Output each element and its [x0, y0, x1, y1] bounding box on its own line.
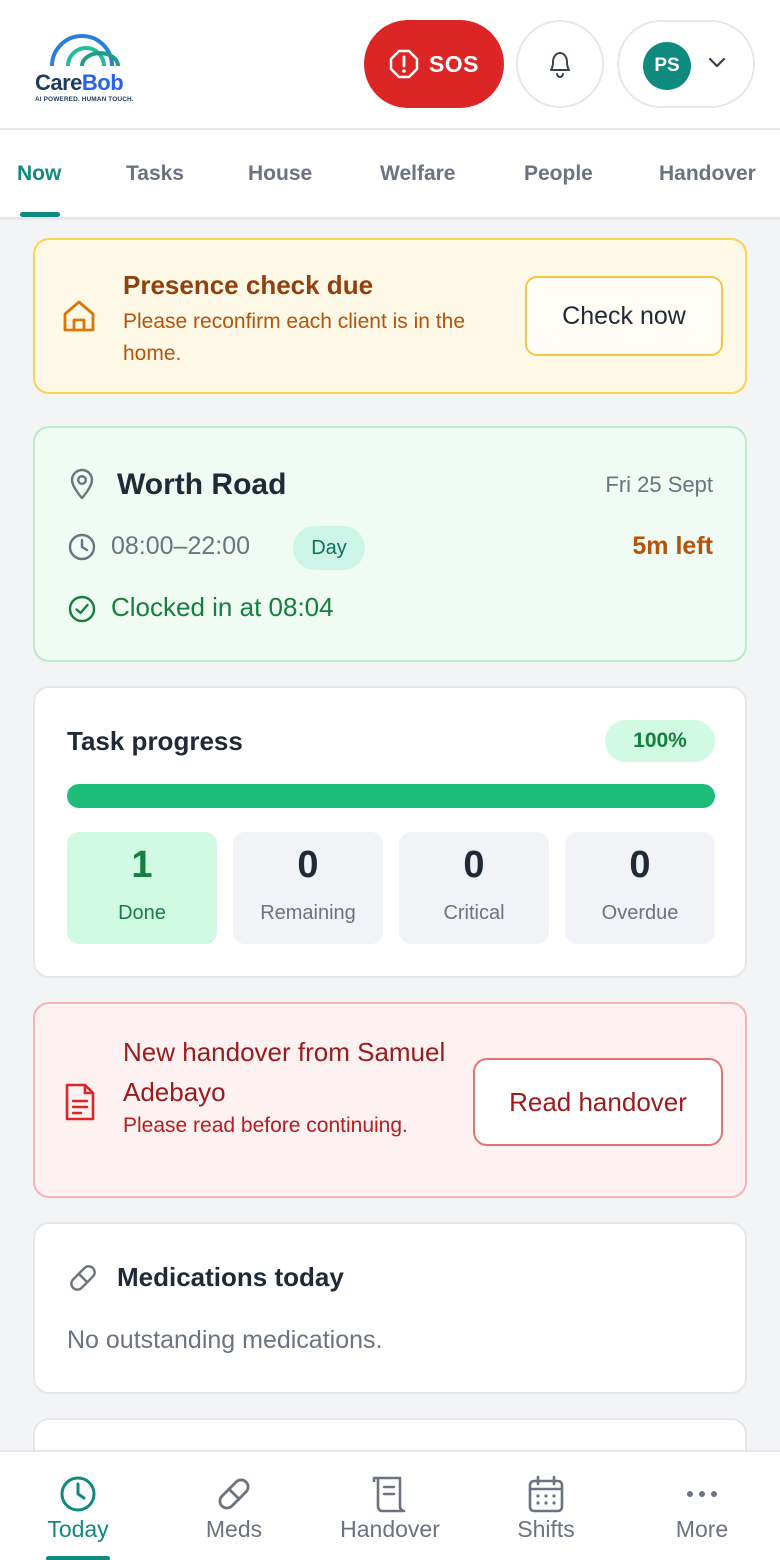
- alert-octagon-icon: [389, 49, 419, 79]
- clocked-in-status: Clocked in at 08:04: [111, 592, 334, 622]
- medications-title: Medications today: [117, 1262, 344, 1292]
- calendar-icon: [528, 1475, 564, 1513]
- logo-tagline: AI POWERED. HUMAN TOUCH.: [35, 96, 134, 103]
- pill-icon: [218, 1478, 250, 1510]
- read-handover-button[interactable]: Read handover: [473, 1058, 723, 1146]
- tab-people[interactable]: People: [524, 130, 593, 218]
- top-header: CareBob AI POWERED. HUMAN TOUCH. SOS PS: [0, 0, 780, 130]
- stat-remaining[interactable]: 0 Remaining: [233, 832, 383, 944]
- logo-arch-icon: [50, 34, 120, 67]
- stat-overdue-label: Overdue: [601, 902, 679, 924]
- notifications-button[interactable]: [516, 20, 604, 108]
- pill-icon: [70, 1265, 96, 1291]
- sos-label: SOS: [428, 50, 480, 77]
- chevron-down-icon: [708, 57, 726, 68]
- check-now-button[interactable]: Check now: [525, 276, 723, 356]
- bottom-navigation: Today Meds Handover Shifts More: [0, 1450, 780, 1560]
- progress-bar: [67, 784, 715, 808]
- nav-meds-label: Meds: [205, 1516, 263, 1542]
- medications-card[interactable]: Medications today No outstanding medicat…: [33, 1222, 747, 1394]
- shift-location: Worth Road: [117, 468, 287, 501]
- stat-overdue[interactable]: 0 Overdue: [565, 832, 715, 944]
- shift-time-left: 5m left: [632, 532, 713, 560]
- progress-bar-fill: [67, 784, 715, 808]
- stat-done[interactable]: 1 Done: [67, 832, 217, 944]
- stat-done-label: Done: [118, 902, 166, 924]
- carebob-logo[interactable]: CareBob AI POWERED. HUMAN TOUCH.: [32, 24, 142, 104]
- stat-remaining-value: 0: [297, 844, 319, 886]
- shift-type-badge: Day: [293, 526, 365, 570]
- task-progress-card: Task progress 100% 1 Done 0 Remaining 0 …: [33, 686, 747, 978]
- nav-shifts[interactable]: Shifts: [468, 1452, 624, 1560]
- stat-overdue-value: 0: [629, 844, 651, 886]
- tab-house[interactable]: House: [248, 130, 312, 218]
- nav-handover-label: Handover: [340, 1516, 440, 1542]
- progress-percent-badge: 100%: [605, 720, 715, 762]
- section-tabs: Now Tasks House Welfare People Handover: [0, 130, 780, 220]
- app-root: CareBob AI POWERED. HUMAN TOUCH. SOS PS: [0, 0, 780, 1560]
- medications-status: No outstanding medications.: [67, 1326, 383, 1354]
- location-pin-icon: [70, 468, 94, 500]
- tab-now[interactable]: Now: [17, 130, 61, 218]
- presence-check-card: Presence check due Please reconfirm each…: [33, 238, 747, 394]
- stat-critical-value: 0: [463, 844, 485, 886]
- presence-subtitle: Please reconfirm each client is in the h…: [123, 310, 465, 365]
- bell-icon: [550, 52, 570, 79]
- more-dots-icon: [687, 1491, 717, 1497]
- stat-critical[interactable]: 0 Critical: [399, 832, 549, 944]
- sos-button[interactable]: SOS: [364, 20, 504, 108]
- nav-more-label: More: [675, 1516, 729, 1542]
- avatar: PS: [643, 42, 691, 90]
- nav-shifts-label: Shifts: [517, 1516, 575, 1542]
- nav-more[interactable]: More: [624, 1452, 780, 1560]
- tab-tasks[interactable]: Tasks: [126, 130, 184, 218]
- stat-critical-label: Critical: [443, 902, 505, 924]
- scroll-icon: [372, 1476, 406, 1513]
- check-circle-icon: [68, 595, 96, 623]
- clock-icon: [68, 533, 96, 561]
- active-nav-indicator: [46, 1556, 110, 1560]
- nav-handover[interactable]: Handover: [312, 1452, 468, 1560]
- shift-card: Worth Road Fri 25 Sept 08:00–22:00 Day 5…: [33, 426, 747, 662]
- profile-menu-button[interactable]: PS: [617, 20, 755, 108]
- logo-wordmark: CareBob: [35, 70, 124, 95]
- nav-today[interactable]: Today: [0, 1452, 156, 1560]
- house-icon: [63, 300, 95, 332]
- clock-icon: [60, 1476, 96, 1512]
- document-icon: [65, 1083, 95, 1121]
- nav-meds[interactable]: Meds: [156, 1452, 312, 1560]
- tab-handover[interactable]: Handover: [659, 130, 756, 218]
- shift-time-range: 08:00–22:00: [111, 532, 251, 560]
- stat-remaining-label: Remaining: [260, 902, 356, 924]
- tab-welfare[interactable]: Welfare: [380, 130, 455, 218]
- stat-done-value: 1: [131, 844, 153, 886]
- handover-alert-card: New handover from Samuel Adebayo Please …: [33, 1002, 747, 1198]
- task-progress-title: Task progress: [67, 726, 243, 756]
- active-tab-indicator: [20, 212, 60, 217]
- handover-title: New handover from Samuel Adebayo: [123, 1037, 446, 1107]
- handover-subtitle: Please read before continuing.: [123, 1114, 408, 1137]
- presence-title: Presence check due: [123, 270, 374, 300]
- shift-date: Fri 25 Sept: [605, 472, 713, 497]
- nav-today-label: Today: [47, 1516, 109, 1542]
